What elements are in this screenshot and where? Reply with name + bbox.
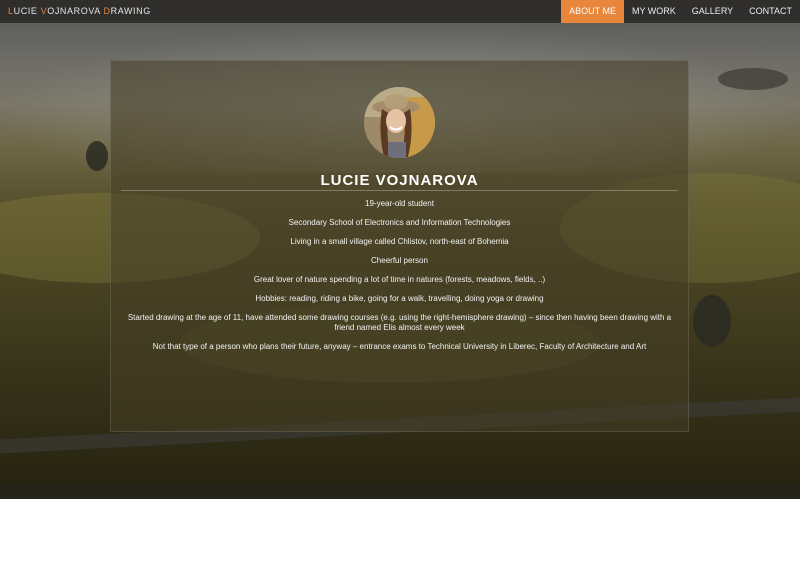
fact-item: Secondary School of Electronics and Info… — [288, 218, 511, 227]
nav-about-me[interactable]: ABOUT ME — [561, 0, 624, 23]
hero-background-landscape: LUCIE VOJNAROVA 19-year-old student Seco… — [0, 23, 800, 499]
fact-item: Started drawing at the age of 11, have a… — [127, 313, 672, 332]
tree — [718, 68, 788, 90]
nav-my-work[interactable]: MY WORK — [624, 0, 684, 23]
avatar-portrait-icon — [364, 87, 435, 158]
brand-letter-d: D — [103, 6, 111, 16]
fact-item: 19-year-old student — [365, 199, 434, 208]
fact-item: Not that type of a person who plans thei… — [152, 342, 647, 351]
tree — [693, 295, 731, 347]
nav-gallery[interactable]: GALLERY — [684, 0, 741, 23]
brand-text-ojnarova: OJNAROVA — [47, 6, 104, 16]
profile-avatar — [364, 87, 435, 158]
main-menu: ABOUT ME MY WORK GALLERY CONTACT — [561, 0, 800, 23]
site-brand[interactable]: LUCIE VOJNAROVA DRAWING — [8, 6, 151, 16]
hero-bottom-strip — [0, 485, 800, 499]
name-divider — [121, 190, 678, 191]
brand-text-ucie: UCIE — [13, 6, 41, 16]
fact-item: Hobbies: reading, riding a bike, going f… — [255, 294, 544, 303]
brand-text-rawing: RAWING — [110, 6, 151, 16]
profile-facts: 19-year-old student Secondary School of … — [119, 199, 680, 361]
fact-item: Cheerful person — [371, 256, 428, 265]
profile-name: LUCIE VOJNAROVA — [320, 172, 479, 189]
navbar: LUCIE VOJNAROVA DRAWING ABOUT ME MY WORK… — [0, 0, 800, 23]
about-panel: LUCIE VOJNAROVA 19-year-old student Seco… — [110, 60, 689, 432]
fact-item: Living in a small village called Chlisto… — [290, 237, 509, 246]
nav-contact[interactable]: CONTACT — [741, 0, 800, 23]
tree — [86, 141, 108, 171]
fact-item: Great lover of nature spending a lot of … — [253, 275, 546, 284]
